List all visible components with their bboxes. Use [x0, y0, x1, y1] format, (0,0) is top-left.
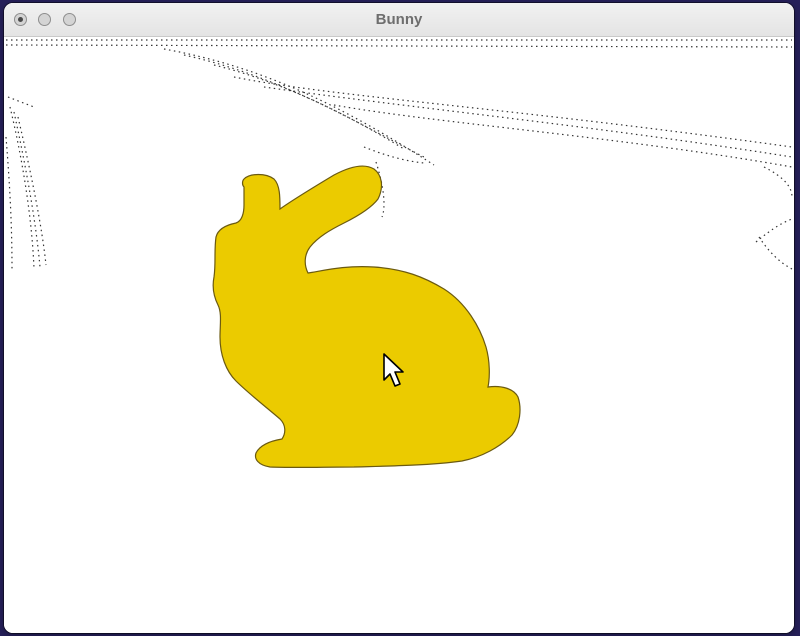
window-title: Bunny	[375, 11, 423, 28]
window-titlebar[interactable]: Bunny	[4, 3, 794, 37]
render-canvas	[5, 39, 793, 469]
bunny-model	[212, 165, 521, 469]
render-artifacts	[5, 39, 793, 270]
bunny-window: Bunny	[4, 3, 794, 633]
render-viewport[interactable]	[4, 37, 794, 633]
